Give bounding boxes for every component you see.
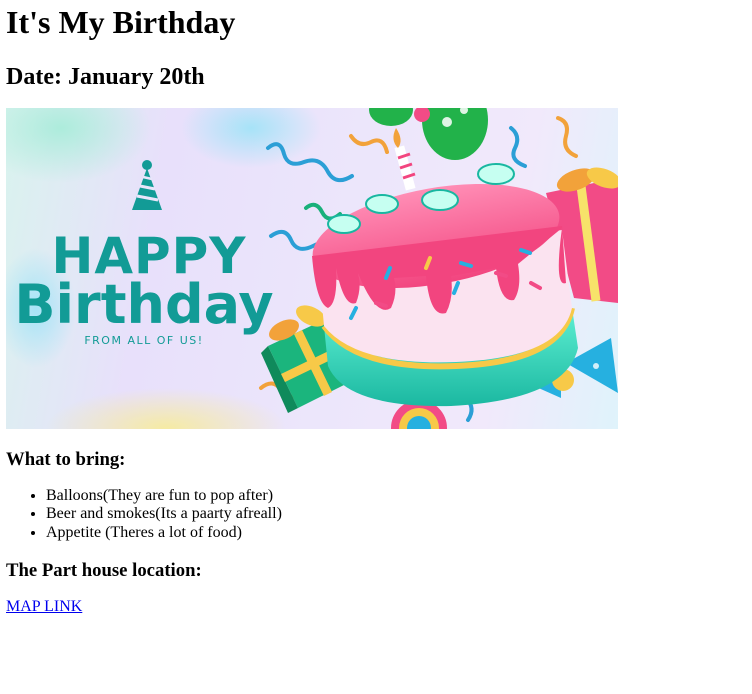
- bring-list: Balloons(They are fun to pop after) Beer…: [6, 487, 746, 542]
- map-link[interactable]: MAP LINK: [6, 598, 82, 616]
- birthday-banner-image: HAPPY Birthday FROM ALL OF US!: [6, 108, 618, 429]
- banner-birthday-text: Birthday: [14, 273, 273, 336]
- party-hat-icon: [132, 160, 162, 210]
- birthday-cake-icon: [312, 128, 578, 407]
- list-item: Balloons(They are fun to pop after): [46, 487, 746, 505]
- banner-from-text: FROM ALL OF US!: [84, 334, 203, 347]
- location-heading: The Part house location:: [6, 560, 202, 582]
- list-item: Beer and smokes(Its a paarty afreall): [46, 505, 746, 523]
- bring-heading: What to bring:: [6, 449, 126, 470]
- page-title: It's My Birthday: [6, 4, 236, 40]
- page: It's My Birthday Date: January 20th HAPP…: [0, 0, 752, 616]
- list-item: Appetite (Theres a lot of food): [46, 524, 746, 542]
- event-date: Date: January 20th: [6, 64, 205, 90]
- birthday-illustration: HAPPY Birthday FROM ALL OF US!: [6, 108, 618, 429]
